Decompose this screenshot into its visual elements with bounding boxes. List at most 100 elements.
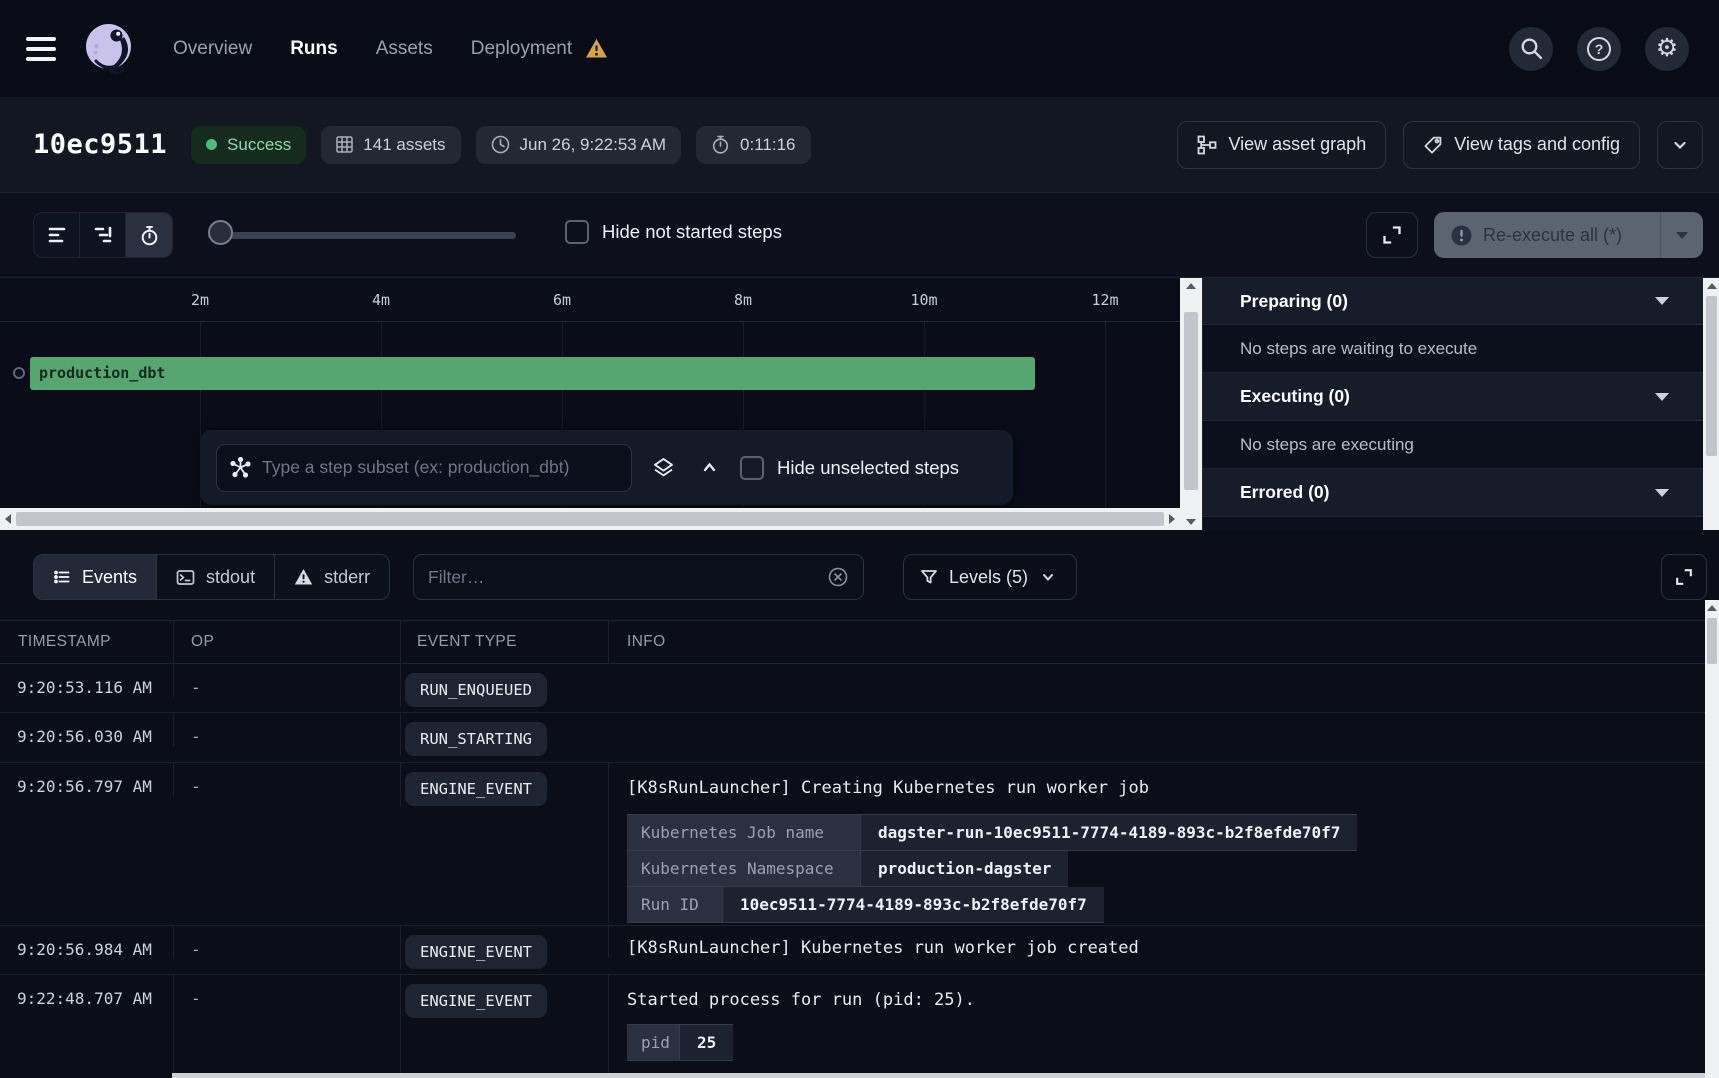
hide-unselected-checkbox[interactable] [740, 456, 764, 480]
hide-not-started-checkbox[interactable] [565, 220, 589, 244]
waterfall-icon [47, 225, 67, 245]
step-subset-input-wrap[interactable] [216, 444, 632, 492]
hide-unselected-label: Hide unselected steps [777, 457, 959, 479]
view-tags-config-button[interactable]: View tags and config [1403, 121, 1640, 169]
events-scrollbar[interactable] [1705, 600, 1719, 1078]
menu-icon[interactable] [26, 37, 60, 61]
col-event-type: EVENT TYPE [400, 621, 608, 663]
scroll-down-arrow[interactable] [1180, 514, 1202, 530]
events-horizontal-scrollbar[interactable] [172, 1073, 1705, 1078]
nav-item-assets[interactable]: Assets [376, 38, 433, 60]
run-badges: Success 141 assets Jun 26, 9:22:53 AM [191, 126, 810, 164]
zoom-slider-track[interactable] [208, 232, 516, 239]
scroll-left-arrow[interactable] [0, 508, 16, 530]
scroll-up-arrow[interactable] [1703, 278, 1719, 294]
search-button[interactable] [1509, 27, 1553, 71]
reexecute-dropdown-button[interactable] [1661, 212, 1703, 258]
panel-section-preparing[interactable]: Preparing (0) [1203, 278, 1703, 325]
flat-gantt-icon [93, 225, 113, 245]
gantt-vertical-scrollbar[interactable] [1180, 278, 1202, 530]
run-header: 10ec9511 Success 141 assets [0, 97, 1719, 193]
gantt-bar-production-dbt[interactable]: production_dbt [30, 357, 1035, 390]
nav-item-deployment[interactable]: Deployment [471, 38, 608, 60]
grid-icon [336, 136, 353, 153]
gear-icon: ⚙ [1656, 36, 1678, 61]
tab-events[interactable]: Events [34, 555, 157, 599]
event-type-badge: ENGINE_EVENT [405, 984, 547, 1018]
list-icon [53, 568, 71, 586]
dagster-logo-icon[interactable] [80, 20, 137, 77]
event-metadata-table: Kubernetes Job name dagster-run-10ec9511… [627, 814, 1719, 923]
stopwatch-icon [139, 225, 160, 246]
collapse-button[interactable] [694, 453, 724, 483]
step-subset-input[interactable] [262, 457, 618, 478]
event-info: [K8sRunLauncher] Kubernetes run worker j… [627, 938, 1719, 958]
metadata-key: Run ID [627, 887, 722, 922]
panel-scrollbar[interactable] [1703, 278, 1719, 530]
panel-body-preparing: No steps are waiting to execute [1203, 325, 1703, 373]
settings-button[interactable]: ⚙ [1645, 27, 1689, 71]
events-fullscreen-button[interactable] [1661, 554, 1707, 600]
caret-down-icon [1655, 393, 1669, 401]
view-mode-waterfall-button[interactable] [34, 213, 80, 257]
scroll-up-arrow[interactable] [1705, 600, 1719, 616]
zoom-slider-thumb[interactable] [208, 220, 233, 245]
help-button[interactable]: ? [1577, 27, 1621, 71]
gantt-fullscreen-button[interactable] [1366, 212, 1418, 258]
clock-icon [491, 135, 510, 154]
view-asset-graph-button[interactable]: View asset graph [1177, 121, 1386, 169]
scroll-up-arrow[interactable] [1180, 278, 1202, 294]
event-timestamp: 9:20:53.116 AM [0, 664, 173, 697]
metadata-value: 10ec9511-7774-4189-893c-b2f8efde70f7 [722, 887, 1104, 922]
nav-actions: ? ⚙ [1509, 27, 1689, 71]
dagster-run-page: Overview Runs Assets Deployment [0, 0, 1719, 1078]
event-info: Started process for run (pid: 25). [627, 990, 1719, 1010]
panel-section-errored[interactable]: Errored (0) [1203, 469, 1703, 517]
reexecute-all-button[interactable]: Re-execute all (*) [1434, 212, 1703, 258]
clear-filter-icon[interactable] [827, 566, 849, 588]
event-row: 9:20:56.030 AM - RUN_STARTING [0, 713, 1719, 763]
levels-dropdown[interactable]: Levels (5) [903, 554, 1077, 600]
event-op: - [173, 975, 400, 1078]
view-mode-flat-button[interactable] [80, 213, 126, 257]
event-op: - [173, 926, 400, 959]
nav-item-overview[interactable]: Overview [173, 38, 252, 60]
filter-input[interactable] [428, 567, 817, 588]
gantt-horizontal-scrollbar[interactable] [0, 508, 1180, 530]
layers-button[interactable] [648, 453, 678, 483]
funnel-icon [920, 568, 938, 586]
search-icon [1520, 37, 1543, 60]
scroll-right-arrow[interactable] [1164, 508, 1180, 530]
tab-stderr[interactable]: stderr [275, 555, 389, 599]
event-timestamp: 9:20:56.984 AM [0, 926, 173, 959]
event-op: - [173, 664, 400, 697]
axis-tick: 8m [734, 291, 752, 309]
metadata-value: dagster-run-10ec9511-7774-4189-893c-b2f8… [860, 815, 1357, 850]
filter-input-wrap[interactable] [413, 554, 864, 600]
event-type-badge: ENGINE_EVENT [405, 772, 547, 806]
scrollbar-thumb[interactable] [1184, 312, 1198, 490]
terminal-icon [176, 568, 195, 587]
scrollbar-thumb[interactable] [16, 512, 1164, 526]
scrollbar-thumb[interactable] [1706, 296, 1717, 456]
hide-unselected-control: Hide unselected steps [740, 456, 959, 480]
top-nav: Overview Runs Assets Deployment [0, 0, 1719, 97]
event-info: [K8sRunLauncher] Creating Kubernetes run… [627, 778, 1719, 798]
assets-badge[interactable]: 141 assets [321, 126, 460, 164]
panel-section-executing[interactable]: Executing (0) [1203, 373, 1703, 421]
step-status-panel: Preparing (0) No steps are waiting to ex… [1202, 278, 1719, 530]
scrollbar-thumb[interactable] [1707, 618, 1717, 664]
events-section: Events stdout stderr [0, 530, 1719, 1078]
help-icon: ? [1587, 37, 1611, 61]
nav-item-runs[interactable]: Runs [290, 38, 338, 60]
tab-stdout[interactable]: stdout [157, 555, 275, 599]
start-time-badge: Jun 26, 9:22:53 AM [476, 126, 682, 164]
col-op: OP [173, 621, 400, 663]
tag-icon [1423, 135, 1443, 155]
view-mode-timed-button[interactable] [126, 213, 172, 257]
run-header-more-button[interactable] [1657, 121, 1703, 169]
gantt-plot-area: production_dbt [0, 322, 1180, 508]
col-info: INFO [608, 621, 1719, 663]
metadata-key: pid [627, 1025, 679, 1060]
event-timestamp: 9:20:56.030 AM [0, 713, 173, 746]
